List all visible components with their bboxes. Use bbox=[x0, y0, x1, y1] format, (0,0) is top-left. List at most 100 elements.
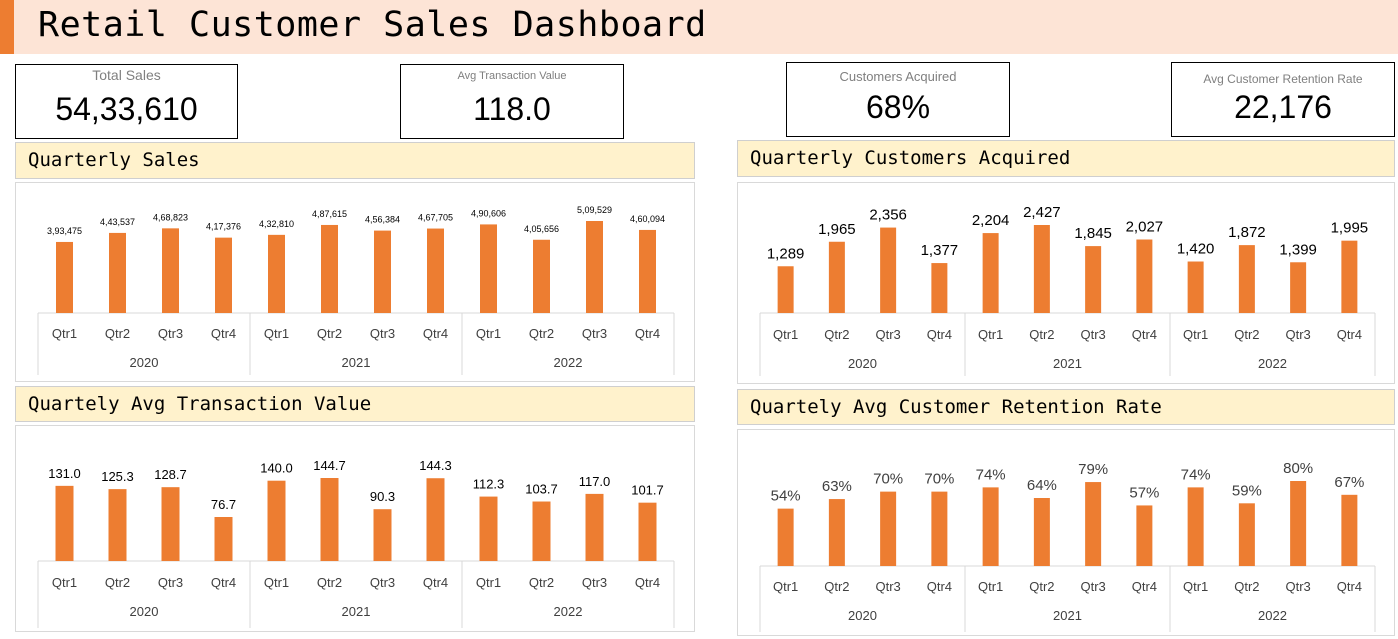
category-label: Qtr2 bbox=[529, 575, 554, 590]
bar bbox=[638, 502, 657, 561]
bar bbox=[982, 233, 999, 313]
data-label: 125.3 bbox=[101, 469, 134, 484]
data-label: 1,995 bbox=[1331, 220, 1369, 237]
bar bbox=[828, 241, 845, 313]
data-label: 128.7 bbox=[154, 467, 187, 482]
data-label: 57% bbox=[1129, 484, 1159, 501]
data-label: 5,09,529 bbox=[577, 205, 612, 215]
kpi-value: 54,33,610 bbox=[55, 91, 198, 127]
category-label: Qtr3 bbox=[370, 575, 395, 590]
data-label: 140.0 bbox=[260, 461, 293, 476]
category-label: Qtr3 bbox=[1080, 327, 1105, 342]
category-label: Qtr2 bbox=[317, 575, 342, 590]
bar bbox=[1238, 503, 1255, 566]
category-label: Qtr3 bbox=[582, 326, 607, 341]
chart-header-atv: Quartely Avg Transaction Value bbox=[15, 386, 695, 422]
bar bbox=[639, 229, 656, 313]
kpi-value: 22,176 bbox=[1234, 89, 1332, 125]
category-label: Qtr3 bbox=[1080, 579, 1105, 594]
bar bbox=[427, 228, 444, 313]
bar bbox=[880, 491, 897, 566]
bar bbox=[162, 228, 179, 313]
kpi-total-sales: Total Sales 54,33,610 bbox=[15, 64, 238, 139]
data-label: 3,93,475 bbox=[47, 226, 82, 236]
data-label: 2,427 bbox=[1023, 204, 1061, 221]
data-label: 74% bbox=[1181, 466, 1211, 483]
data-label: 64% bbox=[1027, 477, 1057, 494]
data-label: 144.7 bbox=[313, 458, 346, 473]
chart-header-sales: Quarterly Sales bbox=[15, 142, 695, 179]
category-label: Qtr2 bbox=[105, 575, 130, 590]
data-label: 1,845 bbox=[1074, 225, 1112, 242]
bar bbox=[374, 230, 391, 313]
bar bbox=[777, 508, 794, 566]
kpi-value: 68% bbox=[865, 89, 931, 125]
category-label: Qtr2 bbox=[1029, 579, 1054, 594]
data-label: 4,05,656 bbox=[524, 224, 559, 234]
data-label: 4,56,384 bbox=[365, 215, 400, 225]
data-label: 1,377 bbox=[921, 242, 959, 259]
kpi-label: Avg Transaction Value bbox=[457, 70, 567, 82]
category-label: Qtr3 bbox=[582, 575, 607, 590]
data-label: 1,289 bbox=[767, 245, 805, 262]
group-label: 2020 bbox=[130, 355, 159, 370]
category-label: Qtr4 bbox=[927, 579, 952, 594]
category-label: Qtr2 bbox=[1029, 327, 1054, 342]
bar bbox=[1085, 482, 1102, 566]
bar bbox=[480, 224, 497, 313]
bar bbox=[479, 496, 498, 561]
kpi-avg-customer-retention-rate: Avg Customer Retention Rate 22,176 bbox=[1171, 62, 1395, 137]
kpi-label: Customers Acquired bbox=[839, 69, 957, 84]
bar bbox=[777, 266, 794, 313]
category-label: Qtr1 bbox=[476, 575, 501, 590]
bar bbox=[1341, 494, 1358, 566]
kpi-label: Total Sales bbox=[92, 67, 161, 83]
category-label: Qtr4 bbox=[1337, 579, 1362, 594]
chart-retention-svg: 54% Qtr1 63% Qtr2 70% Qtr3 70% Qtr4 74% Qtr1 64% Qt… bbox=[759, 460, 1376, 632]
data-label: 131.0 bbox=[48, 466, 81, 481]
data-label: 2,356 bbox=[869, 207, 907, 224]
group-label: 2022 bbox=[554, 355, 583, 370]
bar bbox=[1238, 245, 1255, 313]
group-label: 2020 bbox=[848, 356, 877, 371]
bar bbox=[267, 480, 286, 561]
data-label: 4,67,705 bbox=[418, 213, 453, 223]
bar bbox=[1085, 246, 1102, 313]
bar bbox=[1136, 239, 1153, 313]
data-label: 2,204 bbox=[972, 212, 1010, 229]
bar bbox=[320, 478, 339, 561]
bar bbox=[880, 227, 897, 313]
bar bbox=[585, 493, 604, 561]
category-label: Qtr1 bbox=[773, 327, 798, 342]
group-label: 2022 bbox=[1258, 356, 1287, 371]
category-label: Qtr1 bbox=[978, 327, 1003, 342]
category-label: Qtr4 bbox=[423, 326, 448, 341]
chart-retention: 54% Qtr1 63% Qtr2 70% Qtr3 70% Qtr4 74% Qtr1 64% Qt… bbox=[737, 429, 1395, 636]
data-label: 2,027 bbox=[1126, 219, 1164, 236]
category-label: Qtr4 bbox=[423, 575, 448, 590]
chart-customers: 1,289 Qtr1 1,965 Qtr2 2,356 Qtr3 1,377 Qtr4 2,20… bbox=[737, 182, 1395, 384]
category-label: Qtr1 bbox=[978, 579, 1003, 594]
bar bbox=[56, 241, 73, 313]
data-label: 80% bbox=[1283, 460, 1313, 477]
data-label: 70% bbox=[873, 471, 903, 488]
bar bbox=[1290, 262, 1307, 313]
bar bbox=[1136, 505, 1153, 566]
category-label: Qtr2 bbox=[317, 326, 342, 341]
data-label: 4,32,810 bbox=[259, 219, 294, 229]
bar bbox=[426, 478, 445, 561]
data-label: 112.3 bbox=[473, 477, 505, 492]
data-label: 1,872 bbox=[1228, 224, 1266, 241]
category-label: Qtr2 bbox=[1234, 327, 1259, 342]
data-label: 1,399 bbox=[1279, 241, 1317, 258]
category-label: Qtr1 bbox=[773, 579, 798, 594]
category-label: Qtr3 bbox=[875, 579, 900, 594]
data-label: 144.3 bbox=[419, 458, 452, 473]
bar bbox=[373, 509, 392, 561]
chart-atv: 131.0 Qtr1 125.3 Qtr2 128.7 Qtr3 76.7 Qtr4 140.0… bbox=[15, 425, 695, 632]
category-label: Qtr1 bbox=[264, 575, 289, 590]
bar bbox=[1033, 498, 1050, 566]
category-label: Qtr1 bbox=[1183, 327, 1208, 342]
bar bbox=[1290, 481, 1307, 566]
group-label: 2021 bbox=[342, 604, 371, 619]
